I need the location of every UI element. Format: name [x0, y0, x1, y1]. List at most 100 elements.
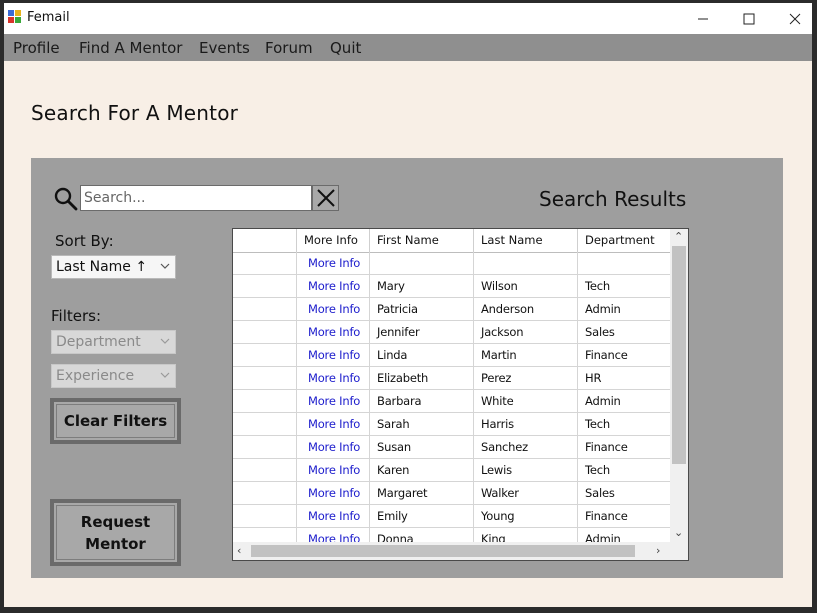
filters-label: Filters: — [51, 307, 102, 325]
last-name-cell: Walker — [474, 482, 578, 504]
first-name-cell: Susan — [370, 436, 474, 458]
row-select-cell[interactable] — [233, 482, 297, 504]
department-cell: Sales — [585, 486, 615, 500]
table-row[interactable]: More Info Jennifer Jackson Sales — [233, 321, 670, 344]
sort-by-dropdown[interactable]: Last Name ↑ — [51, 255, 176, 279]
column-header-first-name[interactable]: First Name — [370, 229, 474, 252]
table-row[interactable]: More Info Emily Young Finance — [233, 505, 670, 528]
close-button[interactable] — [772, 3, 812, 34]
request-mentor-button[interactable]: Request Mentor — [50, 499, 181, 566]
vertical-scrollbar[interactable]: ⌃ ⌄ — [670, 229, 688, 542]
more-info-link[interactable]: More Info — [297, 413, 370, 435]
table-row[interactable]: More Info Barbara White Admin — [233, 390, 670, 413]
department-cell — [578, 252, 670, 274]
table-row[interactable]: More Info Mary Wilson Tech — [233, 275, 670, 298]
department-cell: Admin — [585, 394, 621, 408]
row-select-cell[interactable] — [233, 321, 297, 343]
more-info-link[interactable]: More Info — [297, 298, 370, 320]
last-name-cell: Jackson — [474, 321, 578, 343]
row-select-cell[interactable] — [233, 505, 297, 527]
column-header-department[interactable]: Department — [578, 229, 670, 252]
sort-by-value: Last Name ↑ — [56, 259, 148, 275]
first-name-cell — [370, 252, 474, 274]
table-row[interactable]: More Info Patricia Anderson Admin — [233, 298, 670, 321]
first-name-cell: Patricia — [370, 298, 474, 320]
maximize-button[interactable] — [726, 3, 772, 34]
scroll-up-icon[interactable]: ⌃ — [674, 231, 683, 242]
minimize-icon — [698, 18, 708, 19]
column-header-row-select[interactable] — [233, 229, 297, 252]
clear-search-button[interactable] — [312, 185, 339, 211]
menu-item-events[interactable]: Events — [199, 39, 250, 57]
table-row[interactable]: More Info Donna King Admin — [233, 528, 670, 542]
more-info-link[interactable]: More Info — [297, 436, 370, 458]
last-name-cell: Young — [474, 505, 578, 527]
department-cell: Admin — [585, 532, 621, 542]
department-cell: Finance — [585, 348, 628, 362]
first-name-cell: Mary — [370, 275, 474, 297]
scroll-left-icon[interactable]: ‹ — [237, 545, 241, 556]
more-info-link[interactable]: More Info — [297, 252, 370, 274]
row-select-cell[interactable] — [233, 413, 297, 435]
scrollbar-corner — [670, 542, 688, 560]
last-name-cell — [474, 252, 578, 274]
page-title: Search For A Mentor — [31, 101, 239, 125]
more-info-link[interactable]: More Info — [297, 344, 370, 366]
menu-item-profile[interactable]: Profile — [13, 39, 60, 57]
row-select-cell[interactable] — [233, 528, 297, 542]
department-cell: Finance — [585, 509, 628, 523]
x-icon — [316, 189, 335, 207]
scroll-right-icon[interactable]: › — [656, 545, 660, 556]
more-info-link[interactable]: More Info — [297, 528, 370, 542]
search-input[interactable]: Search... — [80, 185, 312, 211]
app-icon — [8, 10, 22, 24]
more-info-link[interactable]: More Info — [297, 390, 370, 412]
column-header-last-name[interactable]: Last Name — [474, 229, 578, 252]
row-select-cell[interactable] — [233, 275, 297, 297]
clear-filters-button[interactable]: Clear Filters — [50, 398, 181, 444]
table-row[interactable]: More Info Karen Lewis Tech — [233, 459, 670, 482]
department-cell: Tech — [585, 463, 610, 477]
row-select-cell[interactable] — [233, 252, 297, 274]
row-select-cell[interactable] — [233, 367, 297, 389]
table-row[interactable]: More Info Elizabeth Perez HR — [233, 367, 670, 390]
more-info-link[interactable]: More Info — [297, 275, 370, 297]
table-row[interactable]: More Info Linda Martin Finance — [233, 344, 670, 367]
scroll-down-icon[interactable]: ⌄ — [674, 527, 683, 538]
window-title: Femail — [27, 10, 70, 25]
more-info-link[interactable]: More Info — [297, 459, 370, 481]
vertical-scroll-thumb[interactable] — [672, 246, 686, 464]
more-info-link[interactable]: More Info — [297, 321, 370, 343]
row-select-cell[interactable] — [233, 298, 297, 320]
table-row[interactable]: More Info — [233, 252, 670, 275]
first-name-cell: Sarah — [370, 413, 474, 435]
row-select-cell[interactable] — [233, 459, 297, 481]
close-icon — [789, 13, 801, 24]
minimize-button[interactable] — [680, 3, 726, 34]
menu-item-quit[interactable]: Quit — [330, 39, 361, 57]
table-row[interactable]: More Info Margaret Walker Sales — [233, 482, 670, 505]
search-results-heading: Search Results — [539, 187, 687, 211]
experience-filter-dropdown[interactable]: Experience — [51, 364, 176, 388]
last-name-cell: Sanchez — [474, 436, 578, 458]
department-filter-dropdown[interactable]: Department — [51, 330, 176, 354]
more-info-link[interactable]: More Info — [297, 482, 370, 504]
row-select-cell[interactable] — [233, 344, 297, 366]
title-bar: Femail — [4, 3, 812, 34]
horizontal-scrollbar[interactable]: ‹ › — [233, 542, 670, 560]
row-select-cell[interactable] — [233, 390, 297, 412]
menu-item-find-a-mentor[interactable]: Find A Mentor — [79, 39, 182, 57]
more-info-link[interactable]: More Info — [297, 367, 370, 389]
column-header-more-info[interactable]: More Info — [297, 229, 370, 252]
first-name-cell: Emily — [370, 505, 474, 527]
search-panel: Search... Search Results Sort By: Last N… — [31, 158, 783, 578]
chevron-down-icon — [160, 263, 170, 269]
horizontal-scroll-thumb[interactable] — [251, 545, 635, 557]
row-select-cell[interactable] — [233, 436, 297, 458]
department-cell: Tech — [585, 279, 610, 293]
table-row[interactable]: More Info Susan Sanchez Finance — [233, 436, 670, 459]
table-row[interactable]: More Info Sarah Harris Tech — [233, 413, 670, 436]
more-info-link[interactable]: More Info — [297, 505, 370, 527]
menu-item-forum[interactable]: Forum — [265, 39, 313, 57]
button-inner-border — [56, 505, 175, 560]
